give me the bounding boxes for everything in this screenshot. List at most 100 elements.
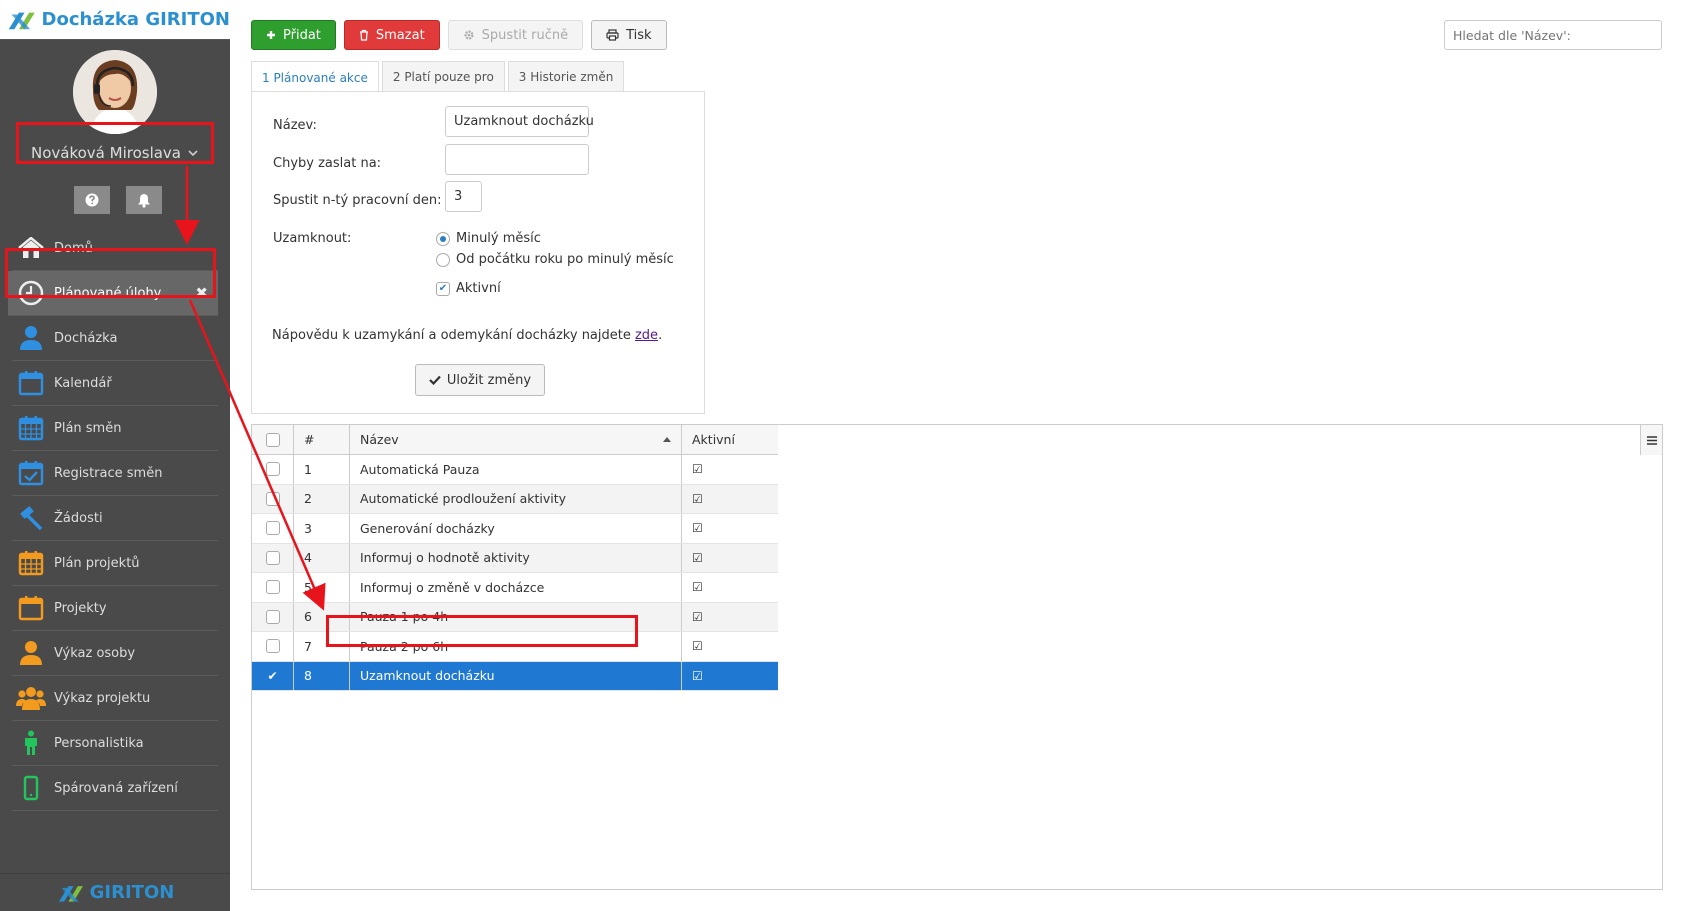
sidebar-item-label: Výkaz osoby (54, 645, 136, 661)
sidebar-item-label: Kalendář (54, 375, 112, 391)
plus-icon (267, 31, 275, 39)
sidebar-item-label: Domů (54, 240, 93, 256)
check-icon (429, 375, 441, 385)
row-checkbox[interactable] (252, 455, 294, 484)
table-row[interactable]: 4 Informuj o hodnotě aktivity ☑ (252, 543, 778, 573)
select-all-checkbox[interactable] (252, 425, 294, 454)
sidebar-item-0[interactable]: Domů (12, 226, 218, 271)
print-icon (606, 29, 619, 41)
row-active: ☑ (682, 573, 778, 602)
sidebar-item-label: Projekty (54, 600, 107, 616)
print-button-label: Tisk (626, 27, 652, 43)
sidebar-item-12[interactable]: Spárovaná zařízení (12, 766, 218, 811)
search-input[interactable] (1444, 20, 1662, 50)
footer-logo: GIRITON (0, 873, 230, 911)
lock-option1-label: Minulý měsíc (456, 231, 541, 246)
save-button[interactable]: Uložit změny (415, 364, 545, 396)
checkbox-empty-icon (265, 462, 280, 477)
giriton-logo-icon (8, 12, 35, 29)
sidebar-item-11[interactable]: Personalistika (12, 721, 218, 766)
help-note: Nápovědu k uzamykání a odemykání docházk… (272, 328, 662, 343)
checkbox-empty-icon (265, 491, 280, 506)
row-name: Automatické prodloužení aktivity (350, 484, 682, 513)
sidebar-item-label: Docházka (54, 330, 118, 346)
header-active[interactable]: Aktivní (682, 425, 778, 454)
run-manually-button[interactable]: Spustit ručně (447, 20, 584, 50)
day-input[interactable]: 3 (445, 181, 482, 212)
lock-option-last-month[interactable]: Minulý měsíc (436, 231, 541, 246)
row-active: ☑ (682, 632, 778, 661)
table-row[interactable]: 1 Automatická Pauza ☑ (252, 455, 778, 485)
checkbox-empty-icon (265, 521, 280, 536)
table-row[interactable]: 2 Automatické prodloužení aktivity ☑ (252, 484, 778, 514)
radio-empty-icon (436, 252, 450, 267)
sidebar-item-1[interactable]: Plánované úlohy ✖ (8, 271, 218, 316)
grid-columns-menu[interactable] (1640, 425, 1662, 455)
name-label: Název: (273, 118, 317, 133)
print-button[interactable]: Tisk (591, 20, 667, 50)
active-checkbox[interactable]: ✔ Aktivní (436, 281, 501, 296)
check-square-icon: ☑ (692, 550, 703, 565)
sort-asc-icon (663, 437, 671, 442)
tab-2[interactable]: 3 Historie změn (507, 61, 625, 92)
row-checkbox[interactable] (252, 602, 294, 631)
notifications-button[interactable] (126, 186, 162, 214)
close-icon[interactable]: ✖ (195, 284, 208, 302)
sidebar-item-7[interactable]: Plán projektů (12, 541, 218, 586)
header-num[interactable]: # (294, 425, 350, 454)
lock-option-ytd[interactable]: Od počátku roku po minulý měsíc (436, 252, 674, 267)
row-checkbox[interactable]: ✔ (252, 661, 294, 690)
checkbox-checked-icon: ✔ (436, 281, 450, 296)
tab-bar: 1 Plánované akce 2 Platí pouze pro 3 Histo… (251, 61, 625, 93)
help-link[interactable]: zde (635, 328, 658, 343)
header-name[interactable]: Název (350, 425, 682, 454)
row-checkbox[interactable] (252, 484, 294, 513)
row-active: ☑ (682, 662, 778, 691)
sidebar-item-4[interactable]: Plán směn (12, 406, 218, 451)
row-checkbox[interactable] (252, 573, 294, 602)
sidebar-item-2[interactable]: Docházka (12, 316, 218, 361)
sidebar-item-8[interactable]: Projekty (12, 586, 218, 631)
errors-email-input[interactable] (445, 144, 589, 175)
row-name: Uzamknout docházku (350, 661, 682, 690)
sidebar-item-label: Plán projektů (54, 555, 140, 571)
row-name: Informuj o hodnotě aktivity (350, 543, 682, 572)
calendar-icon (16, 594, 46, 622)
sidebar: Docházka GIRITON Nováková Miroslava Domů… (0, 0, 230, 911)
sidebar-item-label: Registrace směn (54, 465, 163, 481)
table-row[interactable]: 7 Pauza 2 po 6h ☑ (252, 632, 778, 662)
user-menu[interactable]: Nováková Miroslava (16, 132, 214, 174)
checkbox-empty-icon (265, 432, 280, 447)
sidebar-item-5[interactable]: Registrace směn (12, 451, 218, 496)
lock-label: Uzamknout: (273, 231, 352, 246)
table-row[interactable]: 3 Generování docházky ☑ (252, 514, 778, 544)
lock-option2-label: Od počátku roku po minulý měsíc (456, 252, 674, 267)
person-icon (16, 729, 46, 757)
help-button[interactable] (74, 186, 110, 214)
row-checkbox[interactable] (252, 543, 294, 572)
clock-icon (16, 279, 46, 307)
checkbox-empty-icon (265, 609, 280, 624)
table-row[interactable]: ✔ 8 Uzamknout docházku ☑ (252, 661, 778, 691)
sidebar-menu: Domů Plánované úlohy ✖ Docházka Kalendář Plán… (8, 226, 218, 811)
sidebar-item-6[interactable]: Žádosti (12, 496, 218, 541)
table-row[interactable]: 6 Pauza 1 po 4h ☑ (252, 602, 778, 632)
sidebar-item-9[interactable]: Výkaz osoby (12, 631, 218, 676)
row-checkbox[interactable] (252, 632, 294, 661)
tab-1[interactable]: 2 Platí pouze pro (381, 61, 505, 92)
delete-button-label: Smazat (375, 27, 425, 43)
sidebar-item-10[interactable]: Výkaz projektu (12, 676, 218, 721)
sidebar-item-3[interactable]: Kalendář (12, 361, 218, 406)
tab-0[interactable]: 1 Plánované akce (251, 61, 379, 93)
check-square-icon: ☑ (692, 609, 703, 624)
delete-button[interactable]: Smazat (343, 20, 440, 50)
row-checkbox[interactable] (252, 514, 294, 543)
row-active: ☑ (682, 603, 778, 632)
check-square-icon: ☑ (692, 639, 703, 654)
sidebar-item-label: Žádosti (54, 510, 103, 526)
add-button[interactable]: Přidat (251, 20, 336, 50)
task-form: Název: Uzamknout docházku Chyby zaslat n… (251, 91, 705, 414)
table-row[interactable]: 5 Informuj o změně v docházce ☑ (252, 573, 778, 603)
app-logo[interactable]: Docházka GIRITON (0, 0, 230, 40)
name-input[interactable]: Uzamknout docházku (445, 106, 594, 137)
